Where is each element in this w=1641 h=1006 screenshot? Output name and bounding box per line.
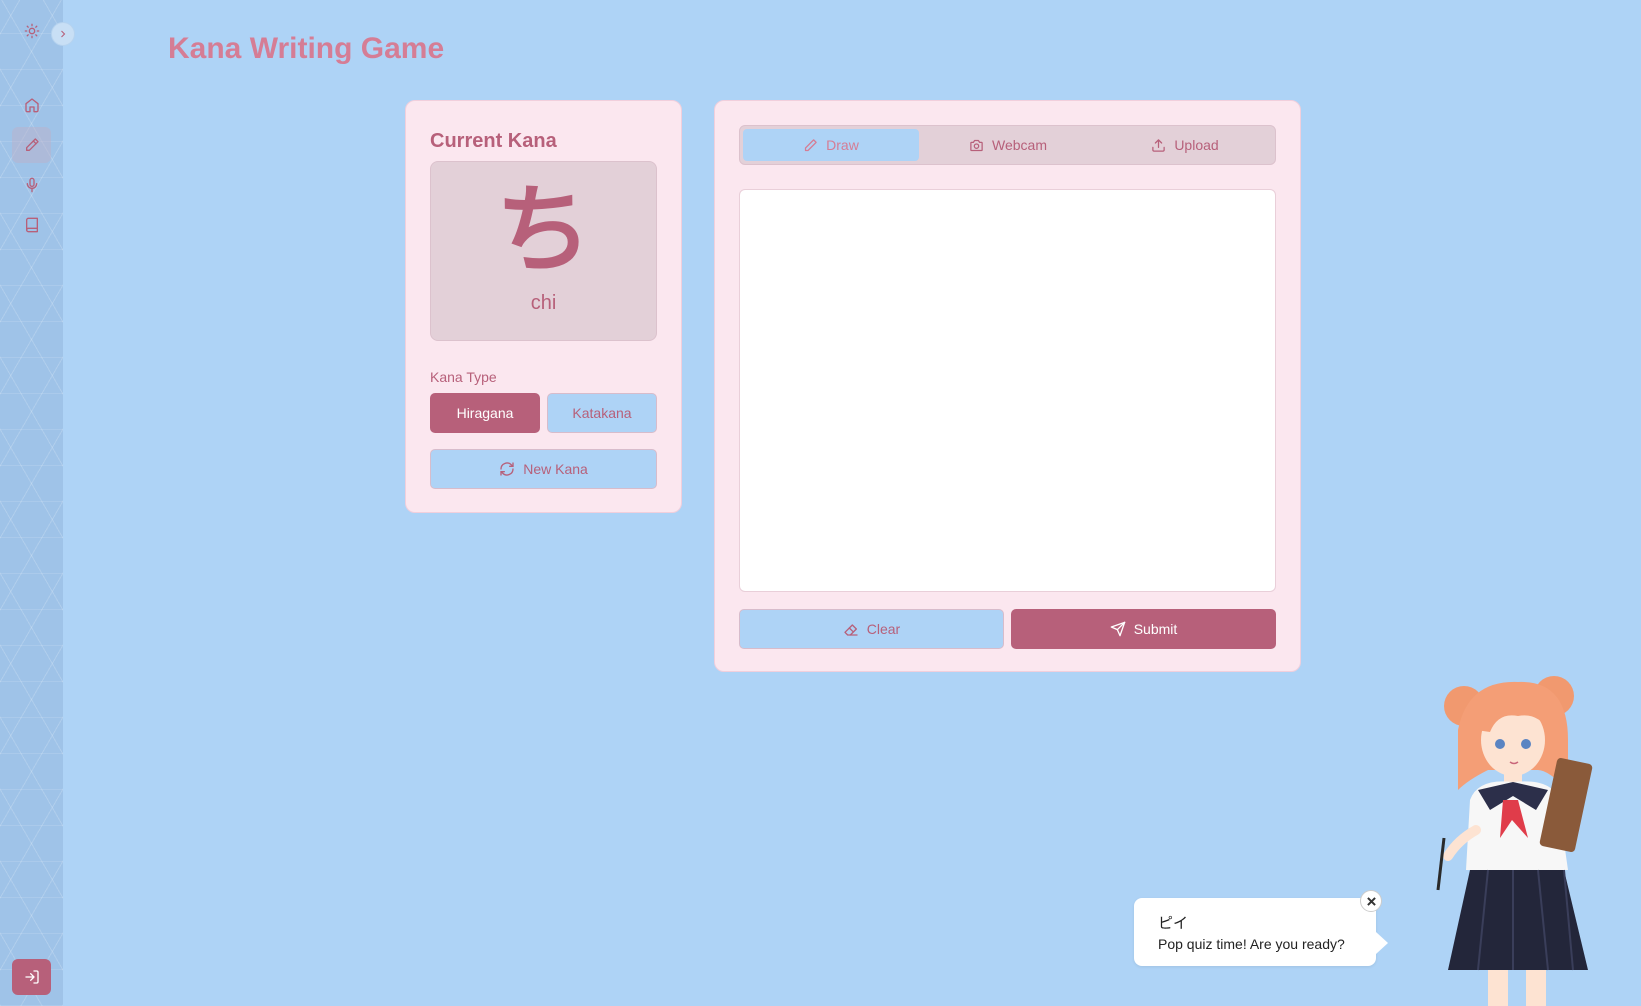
- new-kana-button[interactable]: New Kana: [430, 449, 657, 489]
- katakana-button-label: Katakana: [572, 405, 632, 421]
- tab-draw[interactable]: Draw: [743, 129, 919, 161]
- mascot-character: [1436, 676, 1593, 1006]
- microphone-icon: [26, 177, 37, 193]
- book-icon: [25, 217, 38, 233]
- log-in-icon: [24, 970, 39, 984]
- card-heading: Current Kana: [430, 130, 557, 152]
- tab-label: Upload: [1174, 137, 1219, 153]
- speech-message: Pop quiz time! Are you ready?: [1158, 936, 1345, 952]
- sidebar-collapse-button[interactable]: [51, 22, 75, 46]
- speaker-name: ピイ: [1158, 914, 1189, 932]
- chevron-right-icon: [61, 30, 66, 38]
- kana-character: ち: [495, 174, 592, 286]
- home-icon: [24, 98, 39, 113]
- tab-webcam[interactable]: Webcam: [920, 129, 1096, 161]
- eraser-icon: [844, 624, 858, 636]
- upload-icon: [1152, 138, 1166, 152]
- page-title: Kana Writing Game: [168, 32, 445, 65]
- speech-bubble: ピイ Pop quiz time! Are you ready?: [1134, 890, 1388, 966]
- kana-romaji: chi: [530, 292, 557, 314]
- refresh-icon: [500, 462, 514, 476]
- current-kana-card: Current Kana ち chi Kana Type Hiragana Ka…: [405, 100, 682, 513]
- close-icon: [1366, 896, 1376, 906]
- send-icon: [1110, 621, 1126, 637]
- sidebar-item-home[interactable]: [12, 87, 51, 123]
- tab-upload[interactable]: Upload: [1097, 129, 1273, 161]
- sidebar-item-writing[interactable]: [12, 127, 51, 163]
- sun-icon: [24, 23, 39, 39]
- clear-button[interactable]: Clear: [739, 609, 1004, 649]
- sidebar-item-speaking[interactable]: [12, 167, 51, 203]
- kana-display: ち chi: [430, 161, 657, 341]
- sidebar-item-study[interactable]: [12, 207, 51, 243]
- new-kana-label: New Kana: [523, 461, 588, 477]
- login-button[interactable]: [12, 959, 51, 995]
- pencil-icon: [805, 138, 817, 151]
- drawing-canvas[interactable]: [739, 189, 1276, 592]
- hiragana-button-label: Hiragana: [456, 405, 514, 421]
- hiragana-button[interactable]: Hiragana: [430, 393, 540, 433]
- submit-button[interactable]: Submit: [1011, 609, 1276, 649]
- input-mode-tabs: Draw Webcam Upload: [739, 125, 1276, 165]
- pencil-icon: [25, 138, 39, 151]
- tab-label: Webcam: [992, 137, 1047, 153]
- katakana-button[interactable]: Katakana: [547, 393, 657, 433]
- clear-label: Clear: [866, 621, 901, 637]
- camera-icon: [970, 139, 983, 151]
- submit-label: Submit: [1133, 621, 1178, 637]
- input-card: Draw Webcam Upload Clear Submit: [714, 100, 1301, 672]
- close-bubble-button[interactable]: [1360, 890, 1382, 912]
- tab-label: Draw: [826, 137, 859, 153]
- kana-type-label: Kana Type: [430, 369, 497, 385]
- theme-toggle-button[interactable]: [12, 13, 51, 49]
- sidebar: [0, 0, 63, 1006]
